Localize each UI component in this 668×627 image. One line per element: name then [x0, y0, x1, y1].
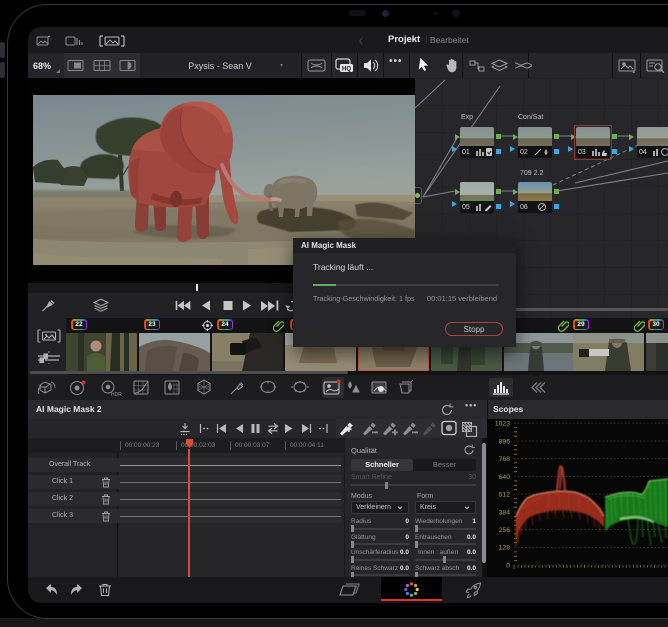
svg-text:0: 0 — [506, 563, 510, 570]
svg-text:768: 768 — [499, 456, 511, 463]
svg-text:512: 512 — [499, 492, 511, 499]
svg-text:1023: 1023 — [495, 421, 510, 428]
svg-text:HQ: HQ — [342, 66, 351, 72]
svg-text:256: 256 — [499, 527, 511, 534]
svg-text:896: 896 — [499, 439, 511, 446]
svg-text:HDR: HDR — [111, 392, 122, 397]
svg-text:384: 384 — [499, 510, 511, 517]
svg-text:128: 128 — [499, 545, 511, 552]
svg-text:640: 640 — [499, 474, 511, 481]
